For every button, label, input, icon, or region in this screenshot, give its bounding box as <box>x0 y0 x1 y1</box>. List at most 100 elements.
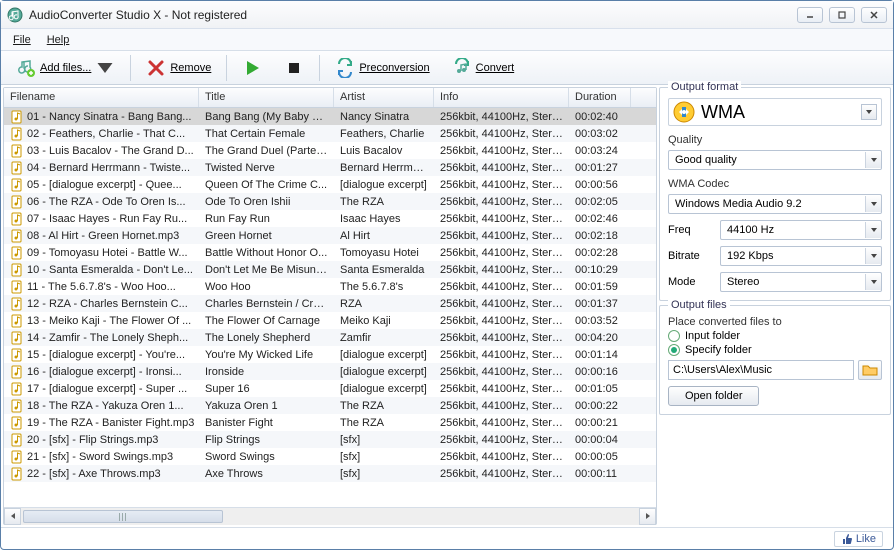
table-row[interactable]: 11 - The 5.6.7.8's - Woo Hoo...Woo HooTh… <box>4 278 656 295</box>
convert-button[interactable]: Convert <box>443 54 524 82</box>
cell-title: Ode To Oren Ishii <box>199 195 334 209</box>
radio-specify-label: Specify folder <box>685 344 752 356</box>
radio-icon <box>668 330 680 342</box>
cell-info: 256kbit, 44100Hz, Stereo <box>434 280 569 294</box>
cell-duration: 00:02:18 <box>569 229 631 243</box>
preconversion-button[interactable]: Preconversion <box>326 54 438 82</box>
cell-filename: 11 - The 5.6.7.8's - Woo Hoo... <box>4 279 199 295</box>
open-folder-button[interactable]: Open folder <box>668 386 759 406</box>
play-button[interactable] <box>233 54 271 82</box>
table-row[interactable]: 07 - Isaac Hayes - Run Fay Ru...Run Fay … <box>4 210 656 227</box>
table-row[interactable]: 08 - Al Hirt - Green Hornet.mp3Green Hor… <box>4 227 656 244</box>
close-button[interactable] <box>861 7 887 23</box>
browse-folder-button[interactable] <box>858 360 882 380</box>
mp3-file-icon <box>10 195 24 209</box>
format-dropdown-icon[interactable] <box>861 104 877 120</box>
menu-help[interactable]: Help <box>39 31 78 49</box>
table-row[interactable]: 06 - The RZA - Ode To Oren Is...Ode To O… <box>4 193 656 210</box>
like-button[interactable]: Like <box>834 531 883 547</box>
table-row[interactable]: 02 - Feathers, Charlie - That C...That C… <box>4 125 656 142</box>
cell-title: Axe Throws <box>199 467 334 481</box>
header-artist[interactable]: Artist <box>334 88 434 107</box>
cell-title: Don't Let Me Be Misund... <box>199 263 334 277</box>
header-info[interactable]: Info <box>434 88 569 107</box>
table-row[interactable]: 03 - Luis Bacalov - The Grand D...The Gr… <box>4 142 656 159</box>
output-path-input[interactable] <box>668 360 854 380</box>
cell-duration: 00:03:02 <box>569 127 631 141</box>
scroll-thumb[interactable] <box>23 510 223 523</box>
table-row[interactable]: 10 - Santa Esmeralda - Don't Le...Don't … <box>4 261 656 278</box>
cell-title: Queen Of The Crime C... <box>199 178 334 192</box>
cell-info: 256kbit, 44100Hz, Stereo <box>434 348 569 362</box>
cell-title: Ironside <box>199 365 334 379</box>
table-row[interactable]: 13 - Meiko Kaji - The Flower Of ...The F… <box>4 312 656 329</box>
radio-specify-folder[interactable]: Specify folder <box>668 344 882 356</box>
cell-filename: 06 - The RZA - Ode To Oren Is... <box>4 194 199 210</box>
mp3-file-icon <box>10 314 24 328</box>
add-files-button[interactable]: Add files... <box>7 54 124 82</box>
cell-duration: 00:02:40 <box>569 110 631 124</box>
add-icon <box>16 58 36 78</box>
table-row[interactable]: 17 - [dialogue excerpt] - Super ...Super… <box>4 380 656 397</box>
mp3-file-icon <box>10 416 24 430</box>
format-selector[interactable]: WMA <box>668 98 882 126</box>
table-header: Filename Title Artist Info Duration <box>4 88 656 108</box>
table-row[interactable]: 16 - [dialogue excerpt] - Ironsi...Irons… <box>4 363 656 380</box>
bitrate-combo[interactable]: 192 Kbps <box>720 246 882 266</box>
table-row[interactable]: 18 - The RZA - Yakuza Oren 1...Yakuza Or… <box>4 397 656 414</box>
cell-artist: [dialogue excerpt] <box>334 365 434 379</box>
cell-filename: 02 - Feathers, Charlie - That C... <box>4 126 199 142</box>
cell-artist: [dialogue excerpt] <box>334 382 434 396</box>
mode-combo[interactable]: Stereo <box>720 272 882 292</box>
remove-icon <box>146 58 166 78</box>
header-duration[interactable]: Duration <box>569 88 631 107</box>
play-icon <box>242 58 262 78</box>
quality-combo[interactable]: Good quality <box>668 150 882 170</box>
minimize-button[interactable] <box>797 7 823 23</box>
horizontal-scrollbar[interactable] <box>4 507 656 524</box>
header-filename[interactable]: Filename <box>4 88 199 107</box>
table-row[interactable]: 21 - [sfx] - Sword Swings.mp3Sword Swing… <box>4 448 656 465</box>
table-row[interactable]: 09 - Tomoyasu Hotei - Battle W...Battle … <box>4 244 656 261</box>
mp3-file-icon <box>10 144 24 158</box>
scroll-left-button[interactable] <box>4 508 21 525</box>
cell-info: 256kbit, 44100Hz, Stereo <box>434 246 569 260</box>
cell-title: Green Hornet <box>199 229 334 243</box>
table-row[interactable]: 22 - [sfx] - Axe Throws.mp3Axe Throws[sf… <box>4 465 656 482</box>
mode-value: Stereo <box>721 276 865 288</box>
maximize-button[interactable] <box>829 7 855 23</box>
cell-duration: 00:01:27 <box>569 161 631 175</box>
separator <box>130 55 131 81</box>
table-row[interactable]: 14 - Zamfir - The Lonely Sheph...The Lon… <box>4 329 656 346</box>
remove-button[interactable]: Remove <box>137 54 220 82</box>
table-row[interactable]: 19 - The RZA - Banister Fight.mp3Baniste… <box>4 414 656 431</box>
cell-artist: [dialogue excerpt] <box>334 178 434 192</box>
table-row[interactable]: 01 - Nancy Sinatra - Bang Bang...Bang Ba… <box>4 108 656 125</box>
format-name: WMA <box>701 102 855 123</box>
cell-title: The Grand Duel (Parte ... <box>199 144 334 158</box>
mp3-file-icon <box>10 178 24 192</box>
radio-input-folder[interactable]: Input folder <box>668 330 882 342</box>
table-row[interactable]: 04 - Bernard Herrmann - Twiste...Twisted… <box>4 159 656 176</box>
table-row[interactable]: 12 - RZA - Charles Bernstein C...Charles… <box>4 295 656 312</box>
menu-bar: File Help <box>1 29 893 51</box>
cell-info: 256kbit, 44100Hz, Stereo <box>434 450 569 464</box>
cell-duration: 00:04:20 <box>569 331 631 345</box>
table-row[interactable]: 05 - [dialogue excerpt] - Quee...Queen O… <box>4 176 656 193</box>
cell-filename: 22 - [sfx] - Axe Throws.mp3 <box>4 466 199 482</box>
stop-button[interactable] <box>275 54 313 82</box>
freq-combo[interactable]: 44100 Hz <box>720 220 882 240</box>
scroll-track[interactable] <box>21 508 639 525</box>
codec-combo[interactable]: Windows Media Audio 9.2 <box>668 194 882 214</box>
scroll-right-button[interactable] <box>639 508 656 525</box>
dropdown-icon <box>865 248 881 264</box>
cell-filename: 21 - [sfx] - Sword Swings.mp3 <box>4 449 199 465</box>
cell-info: 256kbit, 44100Hz, Stereo <box>434 229 569 243</box>
table-row[interactable]: 15 - [dialogue excerpt] - You're...You'r… <box>4 346 656 363</box>
bitrate-label: Bitrate <box>668 250 712 262</box>
header-title[interactable]: Title <box>199 88 334 107</box>
table-row[interactable]: 20 - [sfx] - Flip Strings.mp3Flip String… <box>4 431 656 448</box>
cell-info: 256kbit, 44100Hz, Stereo <box>434 212 569 226</box>
cell-info: 256kbit, 44100Hz, Stereo <box>434 161 569 175</box>
menu-file[interactable]: File <box>5 31 39 49</box>
